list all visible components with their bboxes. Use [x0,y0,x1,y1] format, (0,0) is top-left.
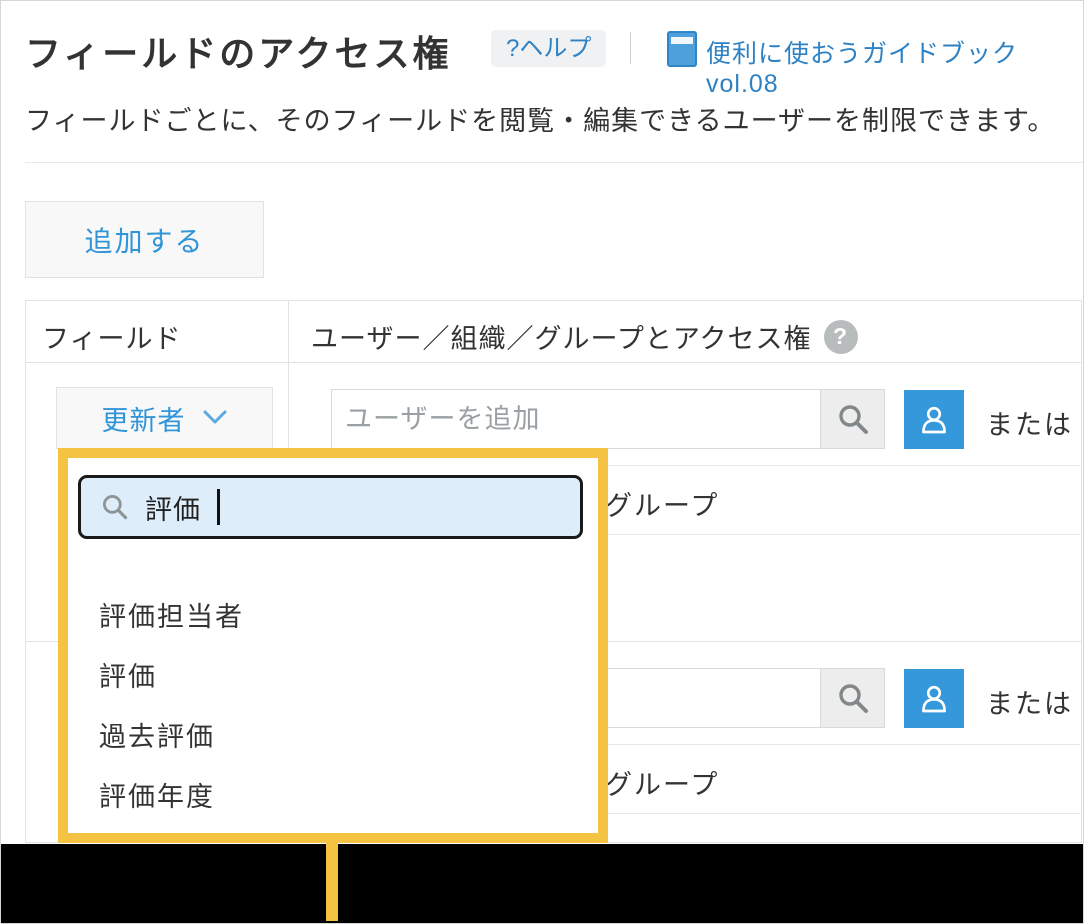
column-header-field: フィールド [42,317,181,356]
access-help-icon[interactable]: ? [824,320,858,354]
help-button[interactable]: ?ヘルプ [491,30,606,67]
field-select-label: 更新者 [102,399,186,438]
row1-or-label: または [986,403,1073,442]
guidebook-icon [667,31,697,67]
row2-search-button[interactable] [820,669,884,727]
header-rule [25,162,1083,163]
field-option-2[interactable]: 評価 [99,654,569,694]
page-title: フィールドのアクセス権 [25,25,451,77]
field-picker-search-box[interactable]: 評価 [78,475,583,539]
row1-entity-input-group [331,389,885,449]
person-icon [916,402,952,438]
row2-group-label: グループ [605,763,719,802]
row1-user-search-input[interactable] [332,390,820,448]
row2-or-label: または [986,682,1073,721]
person-icon [916,681,952,717]
letterbox-bar [1,844,1084,924]
search-icon [836,402,870,436]
row2-user-picker-button[interactable] [904,669,964,728]
column-header-access: ユーザー／組織／グループとアクセス権 ? [311,317,858,356]
table-header-border [26,362,1081,363]
field-picker-search-value: 評価 [145,488,201,527]
annotation-pointer-line [326,841,338,921]
field-select-dropdown-button[interactable]: 更新者 [56,387,273,449]
column-header-access-label: ユーザー／組織／グループとアクセス権 [311,317,812,356]
chevron-down-icon [202,410,228,426]
search-icon [836,681,870,715]
add-row-button[interactable]: 追加する [25,201,264,278]
field-picker-dropdown: 評価 評価担当者 評価 過去評価 評価年度 [58,448,608,843]
row1-search-button[interactable] [820,390,884,448]
guidebook-link[interactable]: 便利に使おうガイドブック vol.08 [706,34,1083,99]
field-option-1[interactable]: 評価担当者 [99,594,569,634]
field-option-3[interactable]: 過去評価 [99,714,569,754]
page-description: フィールドごとに、そのフィールドを閲覧・編集できるユーザーを制限できます。 [25,99,1055,138]
text-cursor [217,489,220,525]
row1-group-label: グループ [605,484,719,523]
header-divider [630,32,631,64]
field-access-settings-page: フィールドのアクセス権 ?ヘルプ 便利に使おうガイドブック vol.08 フィー… [0,0,1084,924]
field-option-4[interactable]: 評価年度 [99,774,569,814]
row1-user-picker-button[interactable] [904,390,964,449]
search-icon [100,492,130,522]
